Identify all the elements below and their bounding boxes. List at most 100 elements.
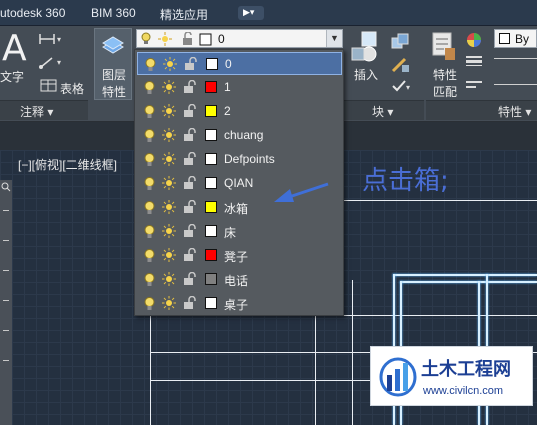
layer-thaw-icon[interactable] <box>162 128 176 142</box>
layer-name: 0 <box>225 57 232 71</box>
layer-color-swatch[interactable] <box>205 297 217 309</box>
layer-unlock-icon[interactable] <box>183 104 197 118</box>
layer-color-swatch[interactable] <box>205 81 217 93</box>
lineweight-icon[interactable] <box>466 54 482 68</box>
menu-featured-apps[interactable]: 精选应用 <box>160 6 208 23</box>
layer-thaw-icon[interactable] <box>162 200 176 214</box>
layer-thaw-icon[interactable] <box>162 272 176 286</box>
layer-name: 冰箱 <box>224 202 249 216</box>
layer-unlock-icon[interactable] <box>183 200 197 214</box>
layer-color-swatch[interactable] <box>205 225 217 237</box>
layer-unlock-icon[interactable] <box>183 128 197 142</box>
create-block-icon[interactable] <box>390 32 412 50</box>
linetype-icon[interactable] <box>466 78 482 92</box>
layer-color-swatch[interactable] <box>205 249 217 261</box>
edit-block-icon[interactable] <box>390 56 412 74</box>
layer-unlock-icon[interactable] <box>183 224 197 238</box>
layer-row[interactable]: 2 <box>137 100 342 123</box>
layer-on-icon[interactable] <box>144 201 155 215</box>
annotation-text: 点击箱; <box>362 166 449 196</box>
layer-row[interactable]: 0 <box>137 52 342 75</box>
layer-row[interactable]: chuang <box>137 124 342 147</box>
lineweight-combo[interactable] <box>494 58 537 59</box>
layer-unlock-icon[interactable] <box>183 248 197 262</box>
layer-color-swatch[interactable] <box>205 273 217 285</box>
layer-unlock-icon[interactable] <box>183 176 197 190</box>
layer-combo[interactable]: 0 ▼ <box>136 29 343 48</box>
layer-thaw-icon[interactable] <box>163 57 177 71</box>
layer-color-swatch[interactable] <box>205 129 217 141</box>
layer-on-icon[interactable] <box>144 153 155 167</box>
layer-unlock-icon[interactable] <box>183 80 197 94</box>
color-combo[interactable]: By <box>494 29 537 48</box>
bylayer-label: By <box>515 32 530 46</box>
layer-name: 1 <box>224 80 231 94</box>
layer-color-swatch[interactable] <box>205 177 217 189</box>
layer-on-icon[interactable] <box>145 58 156 72</box>
layer-color-swatch[interactable] <box>205 201 217 213</box>
zoom-icon[interactable] <box>1 182 11 192</box>
color-wheel-icon[interactable] <box>466 32 482 48</box>
wall-line <box>150 380 370 381</box>
fridge-outline[interactable] <box>400 281 537 283</box>
layer-on-icon[interactable] <box>144 129 155 143</box>
properties-panel-label[interactable]: 特性 ▾ <box>498 103 531 120</box>
fridge-outline[interactable] <box>393 274 537 276</box>
layer-on-icon[interactable] <box>144 177 155 191</box>
layer-color-swatch[interactable] <box>205 153 217 165</box>
layer-thaw-icon[interactable] <box>162 248 176 262</box>
layer-row[interactable]: Defpoints <box>137 148 342 171</box>
layer-on-icon[interactable] <box>144 105 155 119</box>
layer-name: QIAN <box>224 176 254 190</box>
linetype-combo[interactable] <box>494 84 537 85</box>
menu-autodesk-360[interactable]: utodesk 360 <box>0 6 65 20</box>
layer-stack-icon <box>102 36 124 54</box>
layer-row[interactable]: 电话 <box>137 268 342 291</box>
dimension-icon[interactable]: ▾ <box>38 32 64 46</box>
match-properties-icon[interactable] <box>430 30 458 64</box>
wall-line <box>315 315 537 316</box>
table-label[interactable]: 表格 <box>60 80 84 97</box>
svg-text:▾: ▾ <box>57 58 61 67</box>
layer-name: 2 <box>224 104 231 118</box>
combo-dropdown-arrow-icon[interactable]: ▼ <box>326 30 342 47</box>
layer-name: Defpoints <box>224 152 275 166</box>
block-panel-label[interactable]: 块 ▾ <box>372 103 393 120</box>
block-attribute-icon[interactable]: ▾ <box>390 78 412 94</box>
layer-row[interactable]: 床 <box>137 220 342 243</box>
video-camera-icon[interactable]: ▶▾ <box>238 6 264 20</box>
layer-unlock-icon[interactable] <box>184 57 198 71</box>
layer-thaw-icon[interactable] <box>162 80 176 94</box>
layer-row[interactable]: 1 <box>137 76 342 99</box>
color-swatch <box>499 33 510 44</box>
layer-row[interactable]: 桌子 <box>137 292 342 315</box>
layer-on-icon[interactable] <box>144 249 155 263</box>
layer-color-swatch[interactable] <box>205 105 217 117</box>
layer-thaw-icon[interactable] <box>162 224 176 238</box>
layer-on-icon[interactable] <box>144 225 155 239</box>
insert-label[interactable]: 插入 <box>354 66 378 83</box>
layer-color-swatch[interactable] <box>206 58 218 70</box>
annotation-panel-label[interactable]: 注释 ▾ <box>20 103 53 120</box>
table-icon[interactable] <box>40 79 58 93</box>
layer-on-icon[interactable] <box>144 81 155 95</box>
layer-thaw-icon[interactable] <box>162 176 176 190</box>
layer-unlock-icon[interactable] <box>183 272 197 286</box>
layer-name: 桌子 <box>224 298 249 312</box>
insert-block-icon[interactable] <box>350 30 386 64</box>
layer-name: chuang <box>224 128 264 142</box>
leader-icon[interactable]: ▾ <box>38 55 64 69</box>
layer-unlock-icon[interactable] <box>183 152 197 166</box>
layer-thaw-icon[interactable] <box>162 104 176 118</box>
viewport-controls[interactable]: [−][俯视][二维线框] <box>18 156 117 173</box>
layer-on-icon[interactable] <box>144 273 155 287</box>
layer-name: 电话 <box>224 274 249 288</box>
layer-on-icon[interactable] <box>144 297 155 311</box>
menu-bim-360[interactable]: BIM 360 <box>91 6 136 20</box>
layer-row[interactable]: 凳子 <box>137 244 342 267</box>
text-tool-icon[interactable]: A <box>2 28 27 69</box>
layer-thaw-icon[interactable] <box>162 296 176 310</box>
layer-unlock-icon[interactable] <box>183 296 197 310</box>
text-tool-label[interactable]: 文字 <box>0 68 24 85</box>
layer-thaw-icon[interactable] <box>162 152 176 166</box>
